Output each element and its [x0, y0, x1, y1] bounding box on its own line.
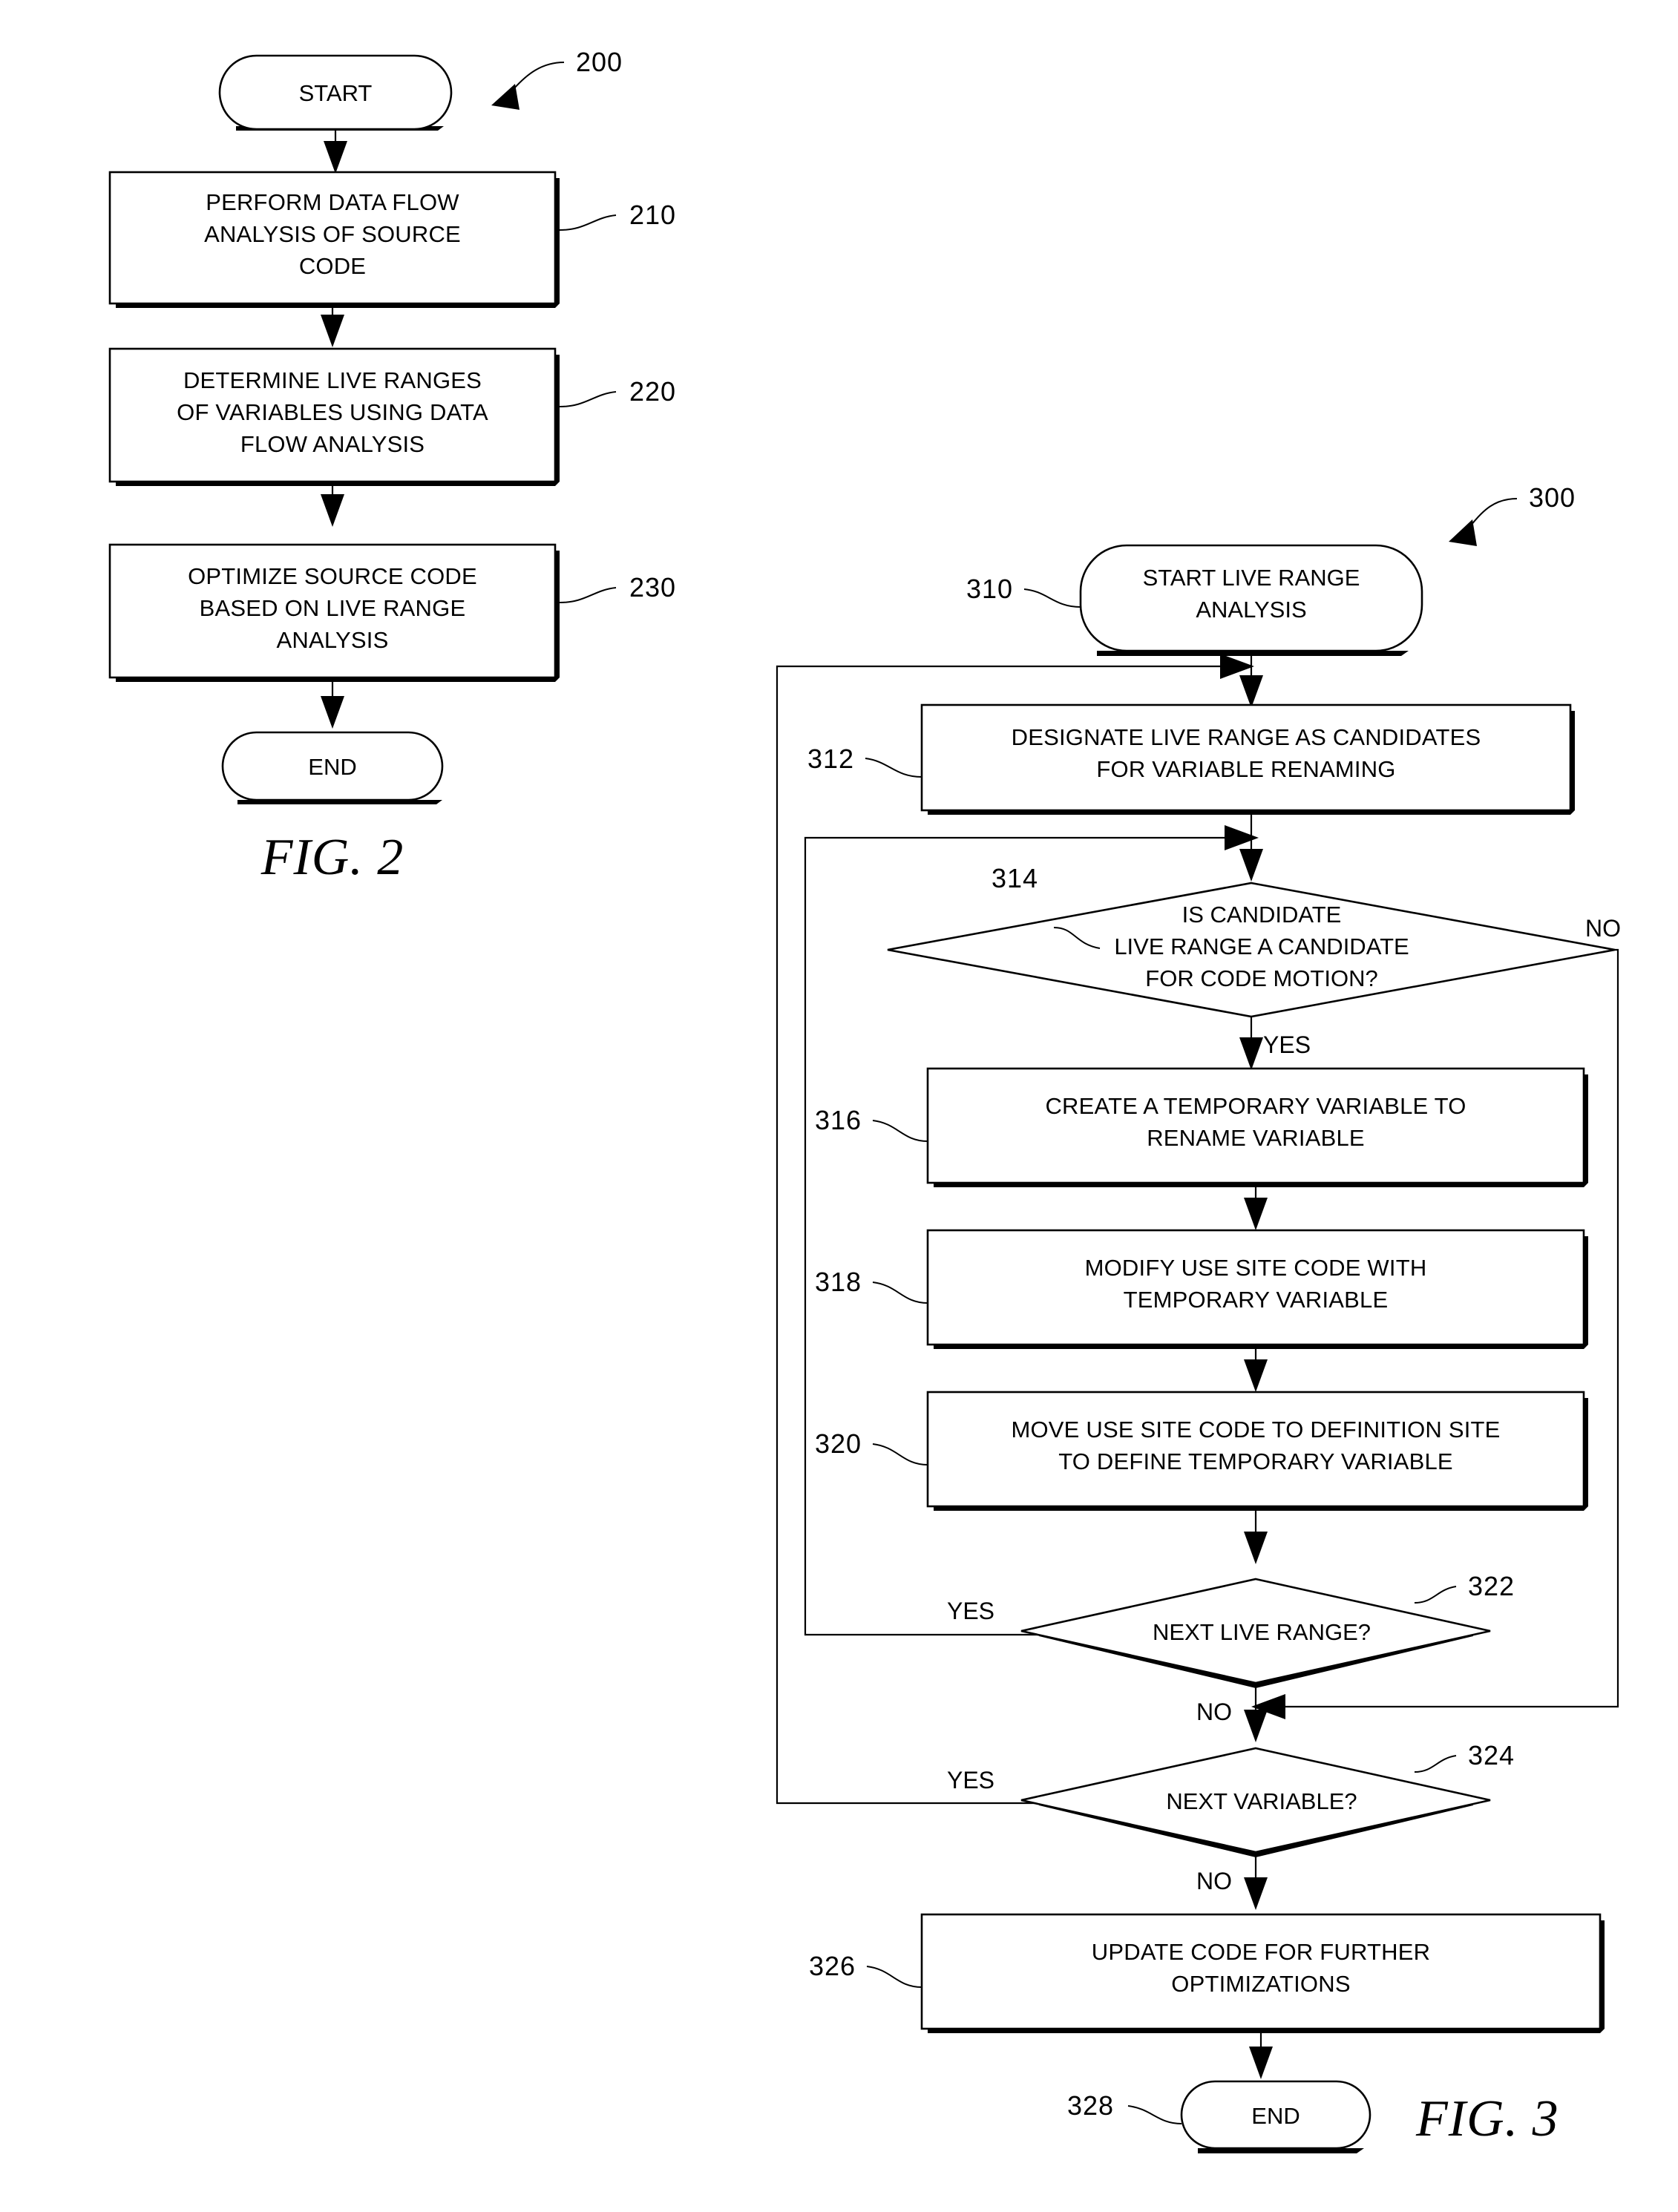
fig2-box-220-line2: OF VARIABLES USING DATA — [177, 399, 488, 425]
fig3-ref-312: 312 — [807, 744, 854, 774]
fig3-node-316-line1: CREATE A TEMPORARY VARIABLE TO — [1045, 1093, 1466, 1119]
fig3-node-320-line1: MOVE USE SITE CODE TO DEFINITION SITE — [1011, 1417, 1500, 1443]
fig3-node-320: MOVE USE SITE CODE TO DEFINITION SITE TO… — [815, 1391, 1588, 1511]
fig2-ref-label: 200 — [576, 47, 623, 77]
fig3-node-312: DESIGNATE LIVE RANGE AS CANDIDATES FOR V… — [807, 703, 1575, 815]
fig2-node-end: END — [221, 731, 444, 804]
fig3-ref-324: 324 — [1468, 1740, 1515, 1770]
fig2-conn-210-220 — [321, 303, 344, 347]
fig3-label-324-yes: YES — [947, 1767, 994, 1793]
fig3-ref-322: 322 — [1468, 1571, 1515, 1601]
fig2-conn-start-210 — [324, 129, 347, 174]
figure-3-group: 300 START LIVE RANGE ANALYSIS 310 DESIGN… — [776, 482, 1621, 2153]
fig3-label-314-no: NO — [1585, 915, 1621, 942]
fig3-node-326-line1: UPDATE CODE FOR FURTHER — [1092, 1939, 1430, 1965]
fig2-node-220: DETERMINE LIVE RANGES OF VARIABLES USING… — [108, 347, 676, 486]
fig2-box-220-line1: DETERMINE LIVE RANGES — [183, 367, 482, 393]
fig2-ref-220: 220 — [629, 376, 676, 407]
fig3-ref-314: 314 — [992, 863, 1038, 893]
fig2-ref-210: 210 — [629, 200, 676, 230]
fig2-conn-230-end — [321, 677, 344, 729]
flowchart-canvas: 200 START PERFORM DATA FLOW ANALYSIS OF … — [108, 47, 1621, 2153]
fig3-node-312-line2: FOR VARIABLE RENAMING — [1096, 756, 1395, 782]
fig3-node-326-line2: OPTIMIZATIONS — [1171, 1971, 1350, 1997]
fig3-node-326: UPDATE CODE FOR FURTHER OPTIMIZATIONS 32… — [809, 1913, 1605, 2033]
fig3-ref-320: 320 — [815, 1428, 862, 1459]
fig3-conn-324-326 — [1244, 1852, 1268, 1910]
figure-2-group: 200 START PERFORM DATA FLOW ANALYSIS OF … — [108, 47, 676, 886]
fig3-label-314-yes: YES — [1263, 1031, 1311, 1058]
fig3-label-322-yes: YES — [947, 1598, 994, 1624]
fig2-box-230-line2: BASED ON LIVE RANGE — [200, 595, 466, 621]
fig2-node-210: PERFORM DATA FLOW ANALYSIS OF SOURCE COD… — [108, 171, 676, 308]
fig3-conn-326-328 — [1249, 2029, 1273, 2079]
fig3-node-314-line1: IS CANDIDATE — [1182, 902, 1342, 928]
fig3-node-318-line2: TEMPORARY VARIABLE — [1124, 1287, 1389, 1313]
fig3-ref-326: 326 — [809, 1951, 856, 1981]
fig2-box-220-line3: FLOW ANALYSIS — [240, 431, 425, 457]
fig3-conn-322-324 — [1244, 1683, 1268, 1742]
fig3-ref-label: 300 — [1529, 482, 1576, 513]
fig3-node-324-line1: NEXT VARIABLE? — [1166, 1788, 1357, 1814]
fig3-node-316: CREATE A TEMPORARY VARIABLE TO RENAME VA… — [815, 1067, 1588, 1187]
fig3-label-322-no: NO — [1196, 1699, 1232, 1725]
fig3-node-322: NEXT LIVE RANGE? 322 YES NO — [947, 1571, 1515, 1725]
fig3-ref-316: 316 — [815, 1105, 862, 1135]
fig2-box-210-line2: ANALYSIS OF SOURCE — [204, 221, 461, 247]
fig3-node-328: END 328 — [1067, 2080, 1371, 2153]
fig3-node-318-line1: MODIFY USE SITE CODE WITH — [1085, 1255, 1427, 1281]
fig3-branch-314-yes: YES — [1239, 1017, 1311, 1070]
fig3-node-324: NEXT VARIABLE? 324 YES NO — [947, 1740, 1515, 1894]
fig3-node-312-line1: DESIGNATE LIVE RANGE AS CANDIDATES — [1012, 724, 1481, 750]
patent-drawing-sheet: 200 START PERFORM DATA FLOW ANALYSIS OF … — [0, 0, 1678, 2212]
fig3-node-328-label: END — [1251, 2103, 1300, 2129]
fig2-caption: FIG. 2 — [260, 829, 404, 886]
fig3-node-314-line3: FOR CODE MOTION? — [1145, 965, 1377, 991]
fig2-box-210-line3: CODE — [299, 253, 366, 279]
fig3-node-310: START LIVE RANGE ANALYSIS 310 — [966, 544, 1423, 656]
fig2-conn-220-230 — [321, 482, 344, 527]
fig3-conn-320-322 — [1244, 1506, 1268, 1564]
fig3-label-324-no: NO — [1196, 1868, 1232, 1894]
fig3-ref-328: 328 — [1067, 2090, 1114, 2121]
fig2-node-start: START — [218, 54, 453, 131]
fig3-conn-318-320 — [1244, 1345, 1268, 1392]
fig3-conn-316-318 — [1244, 1183, 1268, 1230]
fig2-box-230-line3: ANALYSIS — [277, 627, 389, 653]
fig3-ref-318: 318 — [815, 1267, 862, 1297]
fig3-node-318: MODIFY USE SITE CODE WITH TEMPORARY VARI… — [815, 1229, 1588, 1349]
fig3-caption: FIG. 3 — [1415, 2090, 1559, 2147]
fig3-node-314: IS CANDIDATE LIVE RANGE A CANDIDATE FOR … — [887, 863, 1616, 1018]
fig3-node-310-line2: ANALYSIS — [1196, 597, 1306, 623]
fig2-node-230: OPTIMIZE SOURCE CODE BASED ON LIVE RANGE… — [108, 543, 676, 682]
fig3-node-316-line2: RENAME VARIABLE — [1147, 1125, 1365, 1151]
fig3-node-310-line1: START LIVE RANGE — [1143, 565, 1360, 591]
fig2-ref-230: 230 — [629, 572, 676, 603]
fig3-conn-312-314 — [1239, 810, 1263, 882]
fig3-conn-310-312 — [1239, 651, 1263, 708]
fig3-ref-300: 300 — [1449, 482, 1576, 546]
fig2-ref-200: 200 — [491, 47, 623, 110]
fig3-node-320-line2: TO DEFINE TEMPORARY VARIABLE — [1058, 1448, 1453, 1474]
fig3-node-314-line2: LIVE RANGE A CANDIDATE — [1114, 933, 1409, 959]
fig2-end-label: END — [308, 754, 356, 780]
fig2-box-230-line1: OPTIMIZE SOURCE CODE — [188, 563, 477, 589]
fig2-start-label: START — [299, 80, 373, 106]
fig3-ref-310: 310 — [966, 574, 1013, 604]
fig2-box-210-line1: PERFORM DATA FLOW — [206, 189, 459, 215]
fig3-node-322-line1: NEXT LIVE RANGE? — [1153, 1619, 1371, 1645]
